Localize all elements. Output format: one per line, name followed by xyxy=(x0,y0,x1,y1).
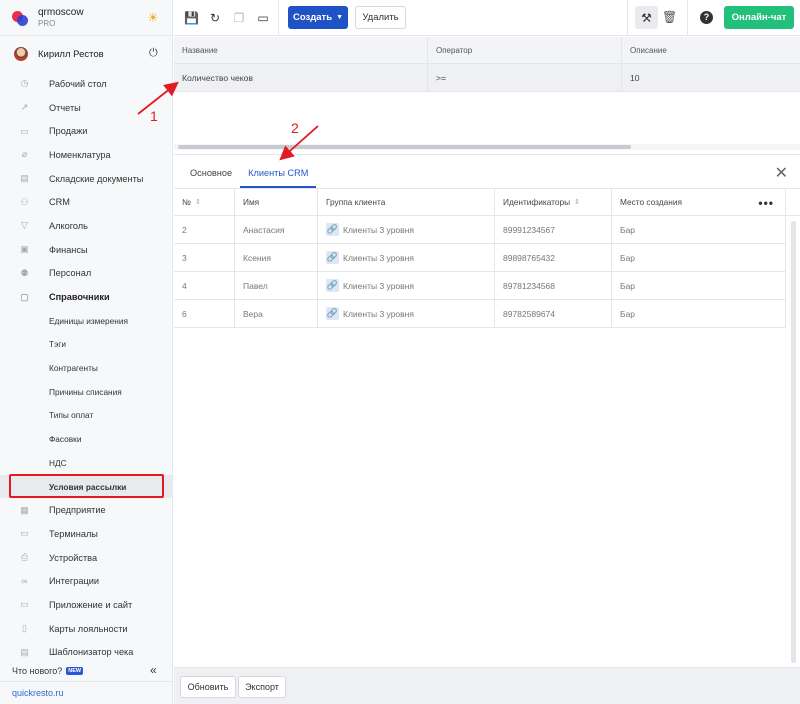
annotation-arrow-2 xyxy=(279,125,319,161)
annotation-number: 1 xyxy=(150,108,158,124)
annotation-number: 2 xyxy=(291,120,299,136)
annotation-arrows xyxy=(137,81,319,161)
